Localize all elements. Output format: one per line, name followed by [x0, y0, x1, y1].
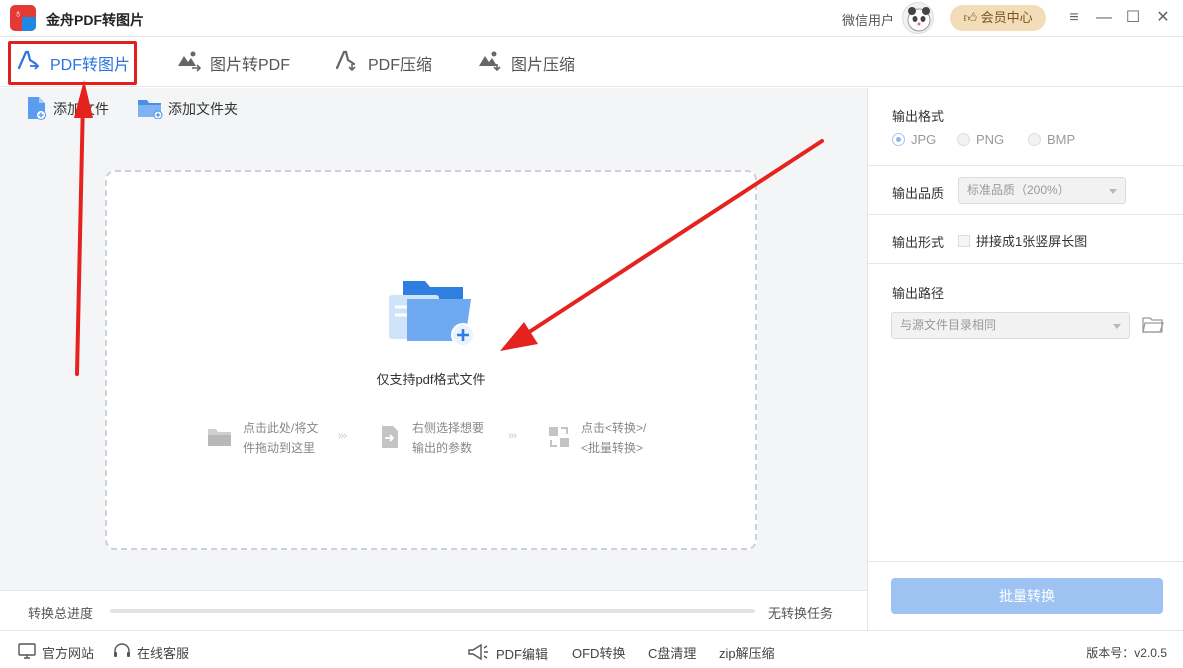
progress-row: 转换总进度 无转换任务 — [0, 590, 867, 630]
step-separator: ››› — [508, 430, 517, 442]
progress-status: 无转换任务 — [768, 606, 834, 621]
official-website-label: 官方网站 — [42, 646, 95, 661]
quality-select[interactable]: 标准品质（200%） — [958, 177, 1126, 204]
version-label: 版本号：v2.0.5 — [1086, 646, 1167, 660]
divider — [868, 263, 1183, 264]
divider — [868, 561, 1183, 562]
format-option-bmp[interactable]: BMP — [1028, 132, 1075, 147]
close-button[interactable]: ✕ — [1153, 8, 1173, 28]
chevron-down-icon — [1109, 189, 1117, 194]
add-file-label: 添加文件 — [53, 101, 109, 117]
app-title: 金舟PDF转图片 — [46, 12, 144, 28]
format-option-jpg[interactable]: JPG — [892, 132, 936, 147]
divider — [868, 165, 1183, 166]
radio-dot — [957, 133, 970, 146]
image-compress-icon — [477, 48, 511, 77]
tab-image-compress[interactable]: 图片压缩 — [477, 38, 575, 87]
add-file-icon — [26, 96, 53, 123]
file-area: 添加文件 添加文件夹 仅支持pdf格式文件 点击此处/将文 件拖动到这里 ›››… — [0, 88, 867, 590]
tab-label: PDF压缩 — [368, 56, 433, 74]
tab-label: 图片压缩 — [511, 56, 576, 74]
step-1-text: 点击此处/将文 件拖动到这里 — [243, 421, 319, 455]
progress-bar — [110, 609, 755, 613]
tab-pdf-compress[interactable]: PDF压缩 — [334, 38, 432, 87]
add-folder-label: 添加文件夹 — [168, 101, 238, 117]
add-file-button[interactable]: 添加文件 — [26, 96, 109, 122]
footer: 官方网站 在线客服 PDF编辑 OFD转换 C盘清理 zip解压缩 版本号：v2… — [0, 630, 1183, 668]
progress-label: 转换总进度 — [28, 606, 94, 621]
title-bar: ♁ 金舟PDF转图片 微信用户 👍︎ 会员中心 ≡ — ☐ ✕ — [0, 0, 1183, 37]
checkbox-box — [958, 234, 970, 247]
user-name[interactable]: 微信用户 — [842, 10, 894, 29]
dropzone-hint: 仅支持pdf格式文件 — [376, 372, 486, 387]
pdf-edit-link[interactable]: PDF编辑 — [466, 643, 548, 664]
annotation-highlight-box — [8, 41, 137, 85]
tab-label: 图片转PDF — [210, 56, 291, 74]
monitor-icon — [18, 643, 42, 662]
radio-label: JPG — [911, 132, 937, 147]
settings-panel: 输出格式 JPG PNG BMP 输出品质 标准品质（200%） 输出形式 拼接… — [867, 88, 1183, 630]
output-quality-title: 输出品质 — [892, 186, 945, 201]
online-support-label: 在线客服 — [137, 646, 190, 661]
output-path-title: 输出路径 — [892, 286, 945, 301]
batch-convert-button[interactable]: 批量转换 — [891, 578, 1163, 614]
thumb-up-icon: 👍︎ — [963, 10, 981, 25]
add-folder-icon — [137, 97, 168, 122]
ofd-convert-link[interactable]: OFD转换 — [572, 643, 625, 662]
format-option-png[interactable]: PNG — [957, 132, 1004, 147]
zip-extract-link[interactable]: zip解压缩 — [719, 643, 775, 662]
step-2-text: 右侧选择想要 输出的参数 — [412, 421, 485, 455]
output-path-select[interactable]: 与源文件目录相同 — [891, 312, 1130, 339]
vip-center-label: 会员中心 — [980, 10, 1033, 25]
tab-bar: PDF转图片 图片转PDF PDF压缩 图片压缩 — [0, 38, 1183, 87]
step-separator: ››› — [338, 430, 347, 442]
official-website-link[interactable]: 官方网站 — [18, 643, 94, 662]
folder-add-icon — [387, 277, 479, 356]
megaphone-icon — [466, 643, 496, 664]
add-folder-button[interactable]: 添加文件夹 — [137, 96, 238, 122]
folder-icon — [207, 426, 233, 451]
tab-image-to-pdf[interactable]: 图片转PDF — [176, 38, 290, 87]
pdf-compress-icon — [334, 48, 368, 77]
output-form-title: 输出形式 — [892, 235, 945, 250]
vip-center-button[interactable]: 👍︎ 会员中心 — [950, 5, 1046, 31]
chevron-down-icon — [1113, 324, 1121, 329]
drop-zone[interactable]: 仅支持pdf格式文件 点击此处/将文 件拖动到这里 ››› 右侧选择想要 输出的… — [105, 170, 757, 550]
minimize-button[interactable]: — — [1094, 8, 1114, 28]
app-logo-icon: ♁ — [10, 5, 36, 31]
convert-icon — [547, 425, 571, 452]
radio-dot — [892, 133, 905, 146]
browse-folder-icon[interactable] — [1142, 316, 1164, 337]
divider — [868, 214, 1183, 215]
step-3-text: 点击<转换>/ <批量转换> — [581, 421, 647, 455]
c-drive-clean-link[interactable]: C盘清理 — [648, 643, 696, 662]
arrow-into-box-icon — [378, 425, 402, 452]
checkbox-label: 拼接成1张竖屏长图 — [976, 234, 1088, 249]
output-path-value: 与源文件目录相同 — [900, 318, 997, 332]
online-support-link[interactable]: 在线客服 — [113, 643, 189, 662]
image-to-pdf-icon — [176, 48, 210, 77]
step-1: 点击此处/将文 件拖动到这里 — [207, 418, 318, 458]
maximize-button[interactable]: ☐ — [1123, 8, 1143, 28]
radio-label: BMP — [1047, 132, 1076, 147]
pdf-edit-label: PDF编辑 — [496, 647, 549, 662]
quality-select-value: 标准品质（200%） — [967, 183, 1070, 197]
output-format-title: 输出格式 — [892, 109, 945, 124]
radio-dot — [1028, 133, 1041, 146]
menu-icon[interactable]: ≡ — [1064, 8, 1084, 28]
radio-label: PNG — [976, 132, 1005, 147]
step-2: 右侧选择想要 输出的参数 — [378, 418, 484, 458]
long-image-checkbox[interactable]: 拼接成1张竖屏长图 — [958, 231, 1087, 250]
headset-icon — [113, 643, 137, 662]
avatar[interactable] — [902, 2, 934, 34]
step-3: 点击<转换>/ <批量转换> — [547, 418, 646, 458]
